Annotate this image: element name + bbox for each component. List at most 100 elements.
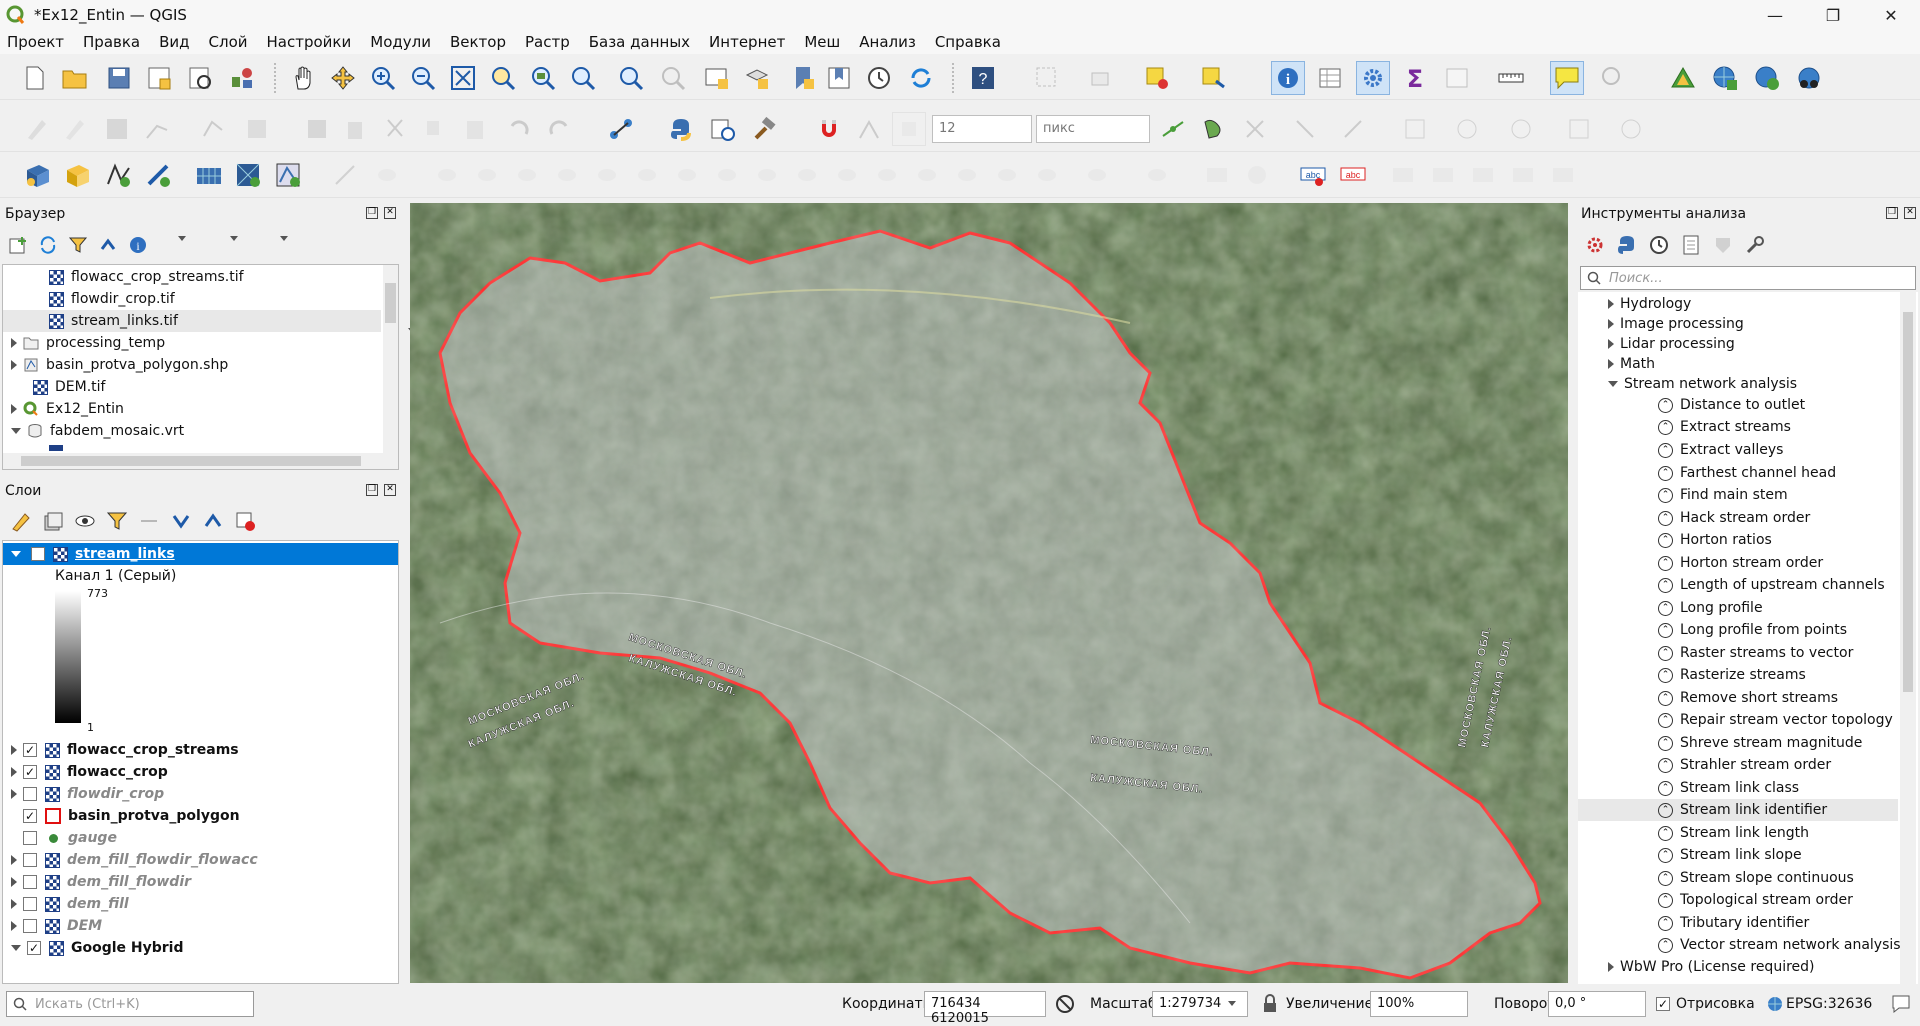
copy-features-icon[interactable] [418,112,452,146]
help-icon[interactable]: ? [966,61,1000,95]
browser-item[interactable]: flowacc_crop_streams.tif [49,266,244,288]
layer-item[interactable]: dem_fill_flowdir_flowacc [11,849,258,871]
digitize-tool-3-icon[interactable] [430,158,464,192]
dropdown-arrow-icon[interactable] [178,236,186,241]
models-icon[interactable] [1584,234,1606,256]
remove-layer-icon[interactable] [234,510,256,532]
add-wms-layer-icon[interactable] [1708,61,1742,95]
python-scripts-icon[interactable] [1616,234,1638,256]
processing-tool[interactable]: ⌃ Raster streams to vector [1658,642,1853,664]
processing-tool[interactable]: ⌃ Shreve stream magnitude [1658,732,1862,754]
processing-tool[interactable]: ⌃ Long profile [1658,597,1763,619]
layer-item[interactable]: gauge [11,827,117,849]
expand-arrow-icon[interactable] [11,899,17,909]
layer-item[interactable]: dem_fill_flowdir [11,871,191,893]
processing-tool[interactable]: ⌃ Strahler stream order [1658,754,1831,776]
identify-features-icon[interactable]: i [1271,61,1305,95]
snapping-mode-icon[interactable] [852,112,886,146]
avoid-overlap-icon[interactable] [1288,112,1322,146]
new-map-view-icon[interactable] [700,61,734,95]
menu-plugins[interactable]: Модули [363,33,438,51]
layer-visibility-checkbox[interactable] [23,831,37,845]
label-tool-1-icon[interactable] [1200,158,1234,192]
digitize-line-icon[interactable] [140,112,174,146]
options-wrench-icon[interactable] [1744,234,1766,256]
history-icon[interactable] [1648,234,1670,256]
menu-view[interactable]: Вид [152,33,196,51]
processing-vscrollbar[interactable] [1900,292,1916,984]
menu-layer[interactable]: Слой [202,33,255,51]
info-icon[interactable]: i [128,235,148,255]
layer-visibility-checkbox[interactable]: ✓ [31,547,45,561]
snapping-magnet-icon[interactable] [812,112,846,146]
digitize-tool-17-icon[interactable] [990,158,1024,192]
digitize-tool-2-icon[interactable] [370,158,404,192]
vertex-tool-icon[interactable] [196,112,230,146]
rotation-field[interactable]: 0,0 ° [1548,991,1646,1017]
collapse-arrow-icon[interactable] [1608,381,1618,387]
expand-arrow-icon[interactable] [11,338,17,348]
edit-attributes-icon[interactable] [300,112,334,146]
zoom-out-icon[interactable] [406,61,440,95]
pan-to-selection-icon[interactable] [326,61,360,95]
snapping-units-select[interactable]: пикс [1036,115,1150,143]
processing-tool-hover[interactable]: ⌃ Stream link identifier [1578,799,1898,821]
browser-item[interactable]: fabdem_mosaic.vrt [11,420,184,442]
refresh-icon[interactable] [904,61,938,95]
select-features-icon[interactable] [1030,61,1064,95]
layout-tool-3-icon[interactable] [1504,112,1538,146]
processing-tool[interactable]: ⌃ Horton stream order [1658,552,1823,574]
float-panel-icon[interactable]: ❐ [1886,207,1898,219]
layer-visibility-checkbox[interactable]: ✓ [27,941,41,955]
new-shapefile-icon[interactable] [102,158,136,192]
label-pin-icon[interactable]: abc [1336,158,1370,192]
add-wcs-layer-icon[interactable] [1792,61,1826,95]
layer-item-selected[interactable]: ✓ stream_links [3,543,398,565]
tracing-icon[interactable] [1156,112,1190,146]
menu-help[interactable]: Справка [928,33,1008,51]
collapse-arrow-icon[interactable] [11,428,21,434]
layer-item[interactable]: ✓ Google Hybrid [11,937,184,959]
zoom-full-icon[interactable] [446,61,480,95]
processing-tool[interactable]: ⌃ Find main stem [1658,484,1788,506]
close-panel-icon[interactable]: ✕ [384,207,396,219]
toggle-editing-icon[interactable] [58,112,92,146]
label-highlight-icon[interactable]: abc [1296,158,1330,192]
processing-group[interactable]: Math [1608,353,1655,375]
lock-scale-icon[interactable] [1262,994,1278,1014]
expand-arrow-icon[interactable] [11,877,17,887]
processing-group[interactable]: WbW Pro (License required) [1608,956,1815,978]
processing-tool[interactable]: ⌃ Extract streams [1658,416,1791,438]
layout-tool-4-icon[interactable] [1562,112,1596,146]
attribute-table-icon[interactable] [1313,61,1347,95]
label-tool-6-icon[interactable] [1506,158,1540,192]
label-tool-4-icon[interactable] [1426,158,1460,192]
open-project-icon[interactable] [58,61,92,95]
layer-item[interactable]: ✓ flowacc_crop [11,761,168,783]
expand-arrow-icon[interactable] [11,855,17,865]
menu-project[interactable]: Проект [0,33,71,51]
layer-item[interactable]: dem_fill [11,893,129,915]
open-field-calculator-icon[interactable] [1440,61,1474,95]
processing-tool[interactable]: ⌃ Farthest channel head [1658,462,1836,484]
label-tool-2-icon[interactable] [1240,158,1274,192]
dropdown-arrow-icon[interactable] [1228,1001,1236,1006]
new-mesh-layer-icon[interactable] [232,158,266,192]
label-tool-5-icon[interactable] [1466,158,1500,192]
expand-arrow-icon[interactable] [1608,339,1614,349]
expand-arrow-icon[interactable] [11,921,17,931]
processing-tool[interactable]: ⌃ Length of upstream channels [1658,574,1885,596]
collapse-all-icon[interactable] [202,510,224,532]
digitize-tool-1-icon[interactable] [328,158,362,192]
browser-item[interactable]: basin_protva_polygon.shp [11,354,228,376]
digitize-tool-10-icon[interactable] [710,158,744,192]
manage-visibility-icon[interactable] [74,510,96,532]
layout-tool-1-icon[interactable] [1398,112,1432,146]
processing-tool[interactable]: ⌃ Repair stream vector topology [1658,709,1893,731]
collapse-arrow-icon[interactable] [11,551,21,557]
filter-expression-icon[interactable] [138,510,160,532]
layer-visibility-checkbox[interactable] [23,875,37,889]
undo-icon[interactable] [502,112,536,146]
minimize-button[interactable]: — [1746,0,1804,30]
browser-hscrollbar[interactable] [3,453,398,469]
